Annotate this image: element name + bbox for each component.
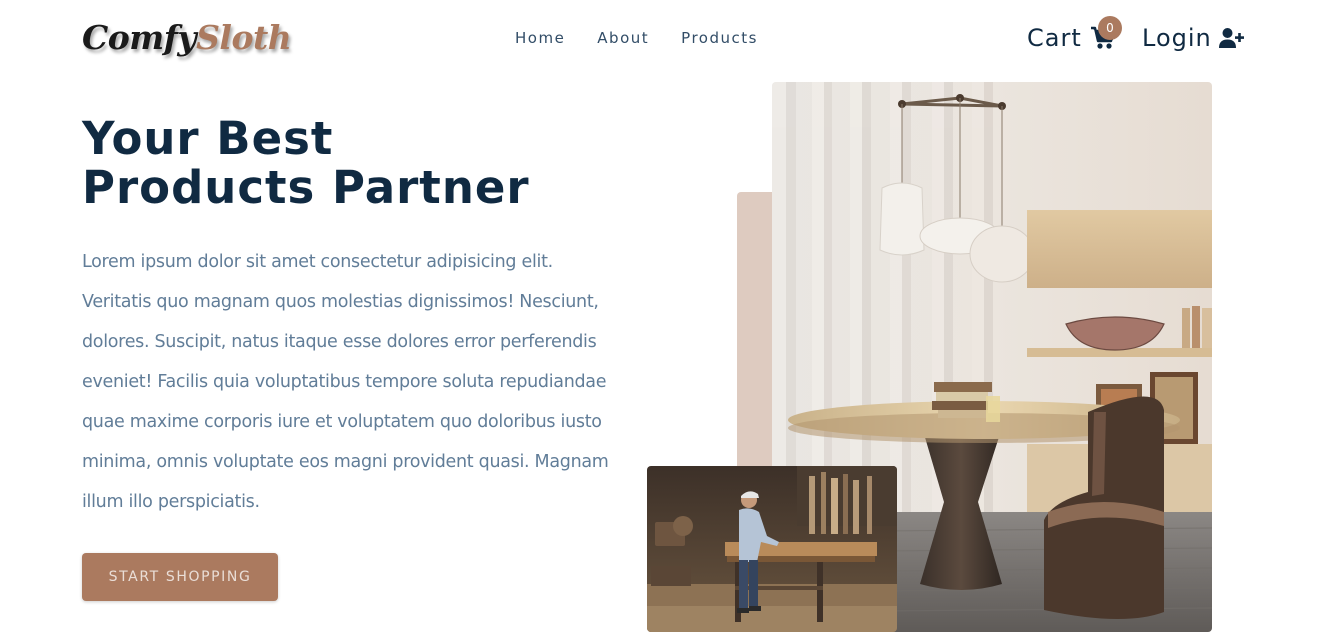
hero-description: Lorem ipsum dolor sit amet consectetur a…: [82, 252, 609, 512]
logo-part2: Sloth: [196, 18, 292, 57]
hero-accent-image: [647, 466, 897, 632]
cart-count-badge: 0: [1098, 16, 1122, 40]
logo[interactable]: ComfySloth: [82, 16, 292, 60]
nav-link-products[interactable]: Products: [681, 29, 758, 47]
login-label: Login: [1142, 24, 1212, 52]
logo-part1: Comfy: [82, 18, 197, 57]
start-shopping-button[interactable]: START SHOPPING: [82, 553, 278, 601]
cart-label: Cart: [1027, 24, 1082, 52]
nav-link-about[interactable]: About: [597, 29, 649, 47]
hero-title: Your Best Products Partner: [82, 114, 530, 212]
nav-link-home[interactable]: Home: [515, 29, 565, 47]
hero-title-line1: Your Best: [82, 112, 334, 165]
page: ComfySloth Home About Products Cart 0 Lo…: [0, 0, 1344, 633]
hero-title-line2: Products Partner: [82, 161, 530, 214]
user-plus-icon: [1218, 27, 1245, 49]
login-button[interactable]: Login: [1142, 24, 1245, 52]
nav-links: Home About Products: [515, 29, 758, 47]
